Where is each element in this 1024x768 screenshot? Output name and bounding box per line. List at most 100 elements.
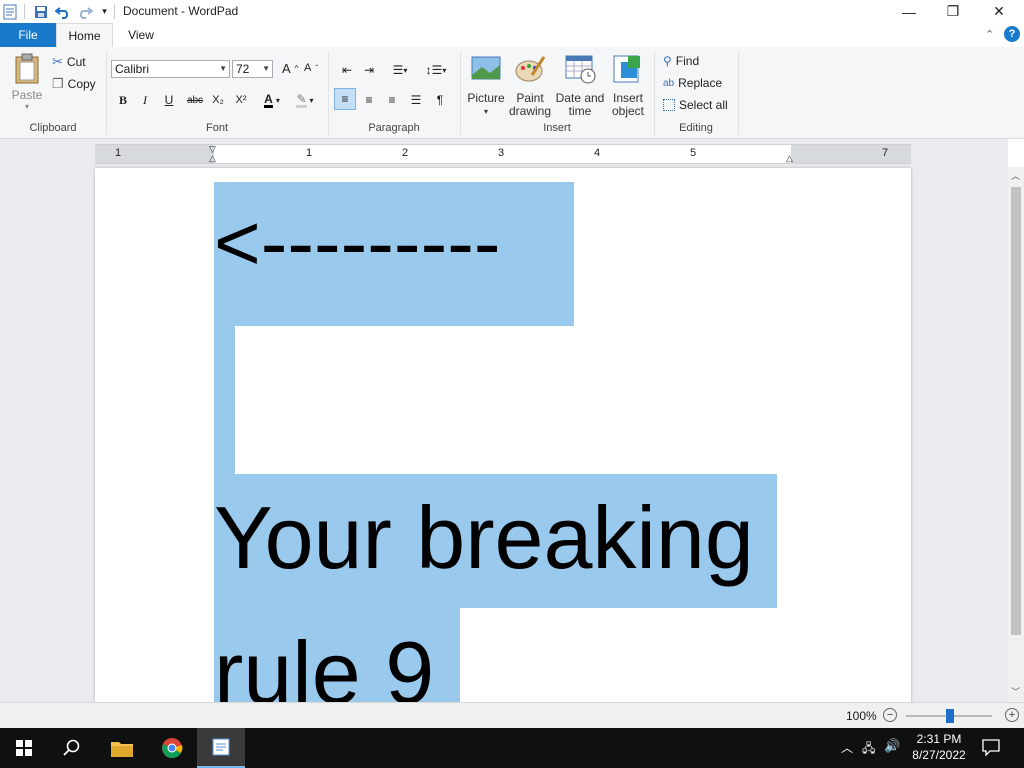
chrome-button[interactable] — [148, 728, 196, 768]
save-icon[interactable] — [32, 3, 49, 20]
undo-icon[interactable] — [54, 3, 71, 20]
help-icon[interactable]: ? — [1004, 26, 1020, 42]
start-button[interactable] — [0, 728, 48, 768]
volume-icon[interactable]: 🔊 — [884, 738, 900, 754]
zoom-in-button[interactable]: + — [1005, 708, 1019, 722]
system-clock[interactable]: 2:31 PM 8/27/2022 — [906, 731, 972, 763]
replace-icon: ab — [663, 77, 675, 89]
ribbon-tabs: File Home View ⌃ ? — [0, 23, 1024, 48]
tab-home[interactable]: Home — [56, 23, 113, 47]
insert-object-icon — [613, 55, 640, 83]
document-page[interactable]: <--------- Your breaking rule 9 — [95, 168, 911, 702]
collapse-ribbon-icon[interactable]: ⌃ — [985, 28, 994, 41]
close-button[interactable]: ✕ — [976, 0, 1022, 23]
paint-drawing-button[interactable]: Paint drawing — [507, 53, 553, 118]
show-hidden-icons-icon[interactable]: ︿ — [841, 739, 853, 756]
paragraph-settings-icon[interactable]: ¶ — [430, 91, 450, 109]
text-color-button[interactable]: A ▾ — [258, 91, 286, 109]
italic-button[interactable]: I — [135, 91, 155, 109]
underline-button[interactable]: U — [159, 91, 179, 109]
customize-quick-access-icon[interactable]: ▾ — [96, 3, 113, 20]
ruler-number: 1 — [306, 147, 313, 159]
font-family-select[interactable]: Calibri ▼ — [111, 60, 230, 78]
ruler-number: 3 — [498, 147, 505, 159]
paste-button[interactable]: Paste ▾ — [10, 53, 44, 111]
scissors-icon: ✂ — [52, 54, 63, 69]
font-family-value: Calibri — [115, 62, 150, 76]
document-area[interactable]: 1 1 2 3 4 5 7 ▽ △ △ <--------- Your break… — [0, 139, 1008, 702]
font-size-select[interactable]: 72 ▼ — [232, 60, 273, 78]
ruler-number: 1 — [115, 147, 122, 159]
line-spacing-icon[interactable]: ↕☰ ▾ — [421, 61, 451, 79]
grow-font-icon[interactable]: A ^ — [282, 61, 298, 76]
network-icon[interactable]: 🖧 — [862, 739, 875, 760]
document-line-2[interactable]: Your breaking — [214, 488, 754, 588]
vertical-scrollbar[interactable]: ︿ ﹀ — [1008, 167, 1024, 702]
align-left-icon[interactable]: ≡ — [334, 88, 356, 110]
chevron-down-icon: ▾ — [275, 95, 280, 105]
subscript-button[interactable]: X₂ — [208, 91, 228, 109]
indent-marker-icon[interactable]: ▽ △ — [209, 145, 216, 163]
align-right-icon[interactable]: ≡ — [382, 91, 402, 109]
divider — [114, 4, 115, 19]
file-explorer-button[interactable] — [98, 728, 146, 768]
text-color-icon: A — [264, 91, 273, 108]
divider — [24, 4, 25, 19]
align-center-icon[interactable]: ≡ — [359, 91, 379, 109]
redo-icon[interactable] — [76, 3, 93, 20]
window-title: Document - WordPad — [123, 4, 239, 18]
notifications-button[interactable] — [982, 738, 1000, 759]
date-and-time-button[interactable]: Date and time — [555, 53, 605, 118]
scroll-down-icon[interactable]: ﹀ — [1011, 685, 1020, 698]
decrease-indent-icon[interactable]: ⇤ — [337, 61, 357, 79]
notification-icon — [982, 739, 1000, 757]
cut-button[interactable]: ✂ Cut — [52, 54, 86, 70]
chevron-down-icon: ▼ — [219, 64, 227, 73]
ruler-number: 4 — [594, 147, 601, 159]
justify-icon[interactable]: ☰ — [406, 91, 426, 109]
chrome-icon — [162, 738, 183, 759]
tab-file[interactable]: File — [0, 23, 56, 47]
insert-object-button[interactable]: Insert object — [608, 53, 648, 118]
right-indent-marker-icon[interactable]: △ — [786, 153, 793, 164]
highlight-color-button[interactable]: ✎ ▾ — [291, 91, 319, 109]
wordpad-icon — [212, 738, 230, 756]
increase-indent-icon[interactable]: ⇥ — [359, 61, 379, 79]
cut-label: Cut — [66, 55, 86, 69]
ruler-number: 5 — [690, 147, 697, 159]
strikethrough-button[interactable]: abc — [184, 91, 206, 109]
paste-icon — [15, 53, 39, 84]
scrollbar-thumb[interactable] — [1011, 187, 1021, 635]
group-label-insert: Insert — [543, 122, 571, 134]
tab-view[interactable]: View — [118, 23, 164, 47]
replace-label: Replace — [678, 76, 723, 90]
document-line-1[interactable]: <--------- — [214, 198, 500, 288]
search-button[interactable] — [48, 728, 96, 768]
copy-button[interactable]: ❐ Copy — [52, 76, 96, 92]
wordpad-taskbar-button[interactable] — [197, 728, 245, 768]
chevron-down-icon: ▾ — [309, 95, 314, 105]
ruler[interactable]: 1 1 2 3 4 5 7 ▽ △ △ — [95, 144, 911, 164]
select-all-button[interactable]: Select all — [663, 98, 728, 112]
wordpad-app-icon[interactable] — [1, 3, 18, 20]
chevron-down-icon: ▾ — [24, 102, 29, 111]
replace-button[interactable]: ab Replace — [663, 76, 722, 90]
zoom-out-button[interactable]: − — [883, 708, 897, 722]
shrink-font-icon[interactable]: Aˇ — [304, 62, 318, 74]
superscript-button[interactable]: X² — [231, 91, 251, 109]
bold-button[interactable]: B — [113, 91, 133, 109]
picture-button[interactable]: Picture ▾ — [464, 53, 508, 118]
paste-label: Paste — [11, 88, 43, 102]
minimize-button[interactable]: — — [886, 0, 932, 23]
bullets-icon[interactable]: ☰ ▾ — [385, 61, 415, 79]
document-line-3[interactable]: rule 9 — [214, 623, 434, 702]
find-button[interactable]: ⚲ Find — [663, 54, 699, 68]
taskbar: ︿ 🖧 🔊 2:31 PM 8/27/2022 — [0, 728, 1024, 768]
group-label-clipboard: Clipboard — [29, 122, 77, 134]
copy-label: Copy — [67, 77, 96, 91]
restore-button[interactable]: ❐ — [930, 0, 976, 23]
calendar-clock-icon — [565, 55, 596, 84]
scroll-up-icon[interactable]: ︿ — [1011, 169, 1020, 182]
copy-icon: ❐ — [52, 76, 64, 91]
zoom-slider-thumb[interactable] — [946, 709, 954, 723]
